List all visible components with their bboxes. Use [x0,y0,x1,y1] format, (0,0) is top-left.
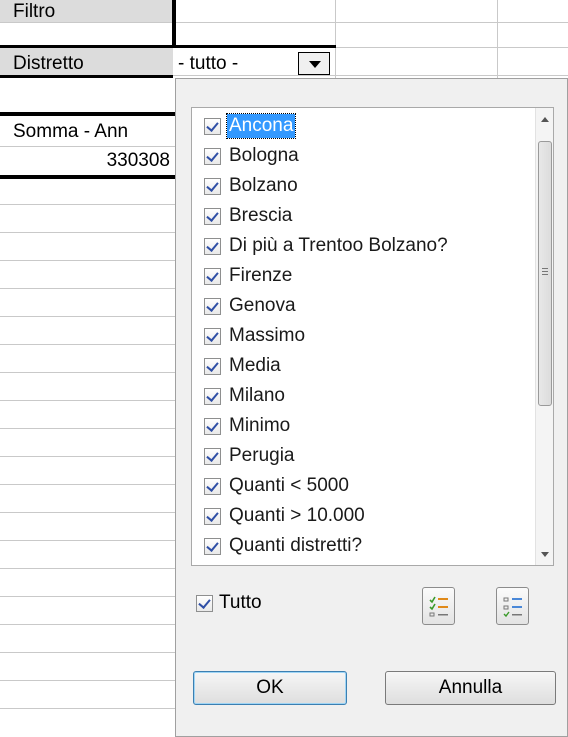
list-item-label: Bologna [229,145,299,166]
list-item-label: Quanti distretti? [229,535,363,556]
checkbox-icon[interactable] [204,237,221,255]
field-filter-dropdown-button[interactable] [298,52,330,75]
list-item[interactable]: Brescia [204,201,524,231]
list-item-label: Milano [229,385,285,406]
arrow-down-icon [541,552,549,557]
scroll-down-button[interactable] [536,546,553,563]
list-item[interactable]: Milano [204,381,524,411]
list-item[interactable]: Minimo [204,411,524,441]
list-item-label: Genova [229,295,296,316]
filter-label: Filtro [13,1,56,22]
field-label: Distretto [13,53,84,74]
checkbox-icon[interactable] [204,147,221,165]
checkbox-icon[interactable] [204,267,221,285]
data-field-header: Somma - Ann [13,121,129,142]
list-item-label: Quanti < 5000 [229,475,349,496]
list-item-label: Bolzano [229,175,298,196]
list-item[interactable]: Media [204,351,524,381]
scroll-up-button[interactable] [536,110,553,127]
checkbox-icon[interactable] [204,537,221,555]
list-item-label: Massimo [229,325,306,346]
data-field-value: 330308 [106,150,170,171]
list-item[interactable]: Di più a Trentoo Bolzano? [204,231,524,261]
list-item-label: Ancona [225,113,297,139]
list-item-label: Firenze [229,265,293,286]
chevron-down-icon [309,61,321,68]
list-item[interactable]: Bolzano [204,171,524,201]
uncheck-list-icon [503,597,522,618]
list-item-label: Quanti > 10.000 [229,505,365,526]
list-item-label: Perugia [229,445,295,466]
checkbox-icon[interactable] [204,207,221,225]
list-item[interactable]: Quanti distretti? [204,531,524,561]
field-filter-value[interactable]: - tutto - [178,52,238,76]
grip-icon [542,268,548,275]
filter-value-list[interactable]: Ancona Bologna Bolzano Brescia Di più a Tren… [191,107,554,566]
checkbox-icon[interactable] [204,117,221,135]
list-item[interactable]: Ancona [204,111,524,141]
checkbox-icon[interactable] [204,357,221,375]
select-all-checkbox[interactable]: Tutto [196,592,262,614]
list-item[interactable]: Quanti > 10.000 [204,501,524,531]
filter-popup: Ancona Bologna Bolzano Brescia Di più a Tren… [175,78,568,737]
list-item[interactable]: Firenze [204,261,524,291]
ok-button[interactable]: OK [193,671,347,705]
cancel-button[interactable]: Annulla [385,671,556,705]
select-none-button[interactable] [496,587,529,625]
select-all-label: Tutto [219,592,262,613]
checkbox-icon[interactable] [204,177,221,195]
list-item[interactable]: Perugia [204,441,524,471]
list-item-label: Brescia [229,205,293,226]
list-scrollbar[interactable] [535,108,553,565]
scroll-thumb[interactable] [538,141,552,406]
checkbox-icon[interactable] [204,417,221,435]
list-item[interactable]: Genova [204,291,524,321]
list-item[interactable]: Quanti < 5000 [204,471,524,501]
list-item-label: Minimo [229,415,291,436]
select-all-button[interactable] [422,587,455,625]
list-item[interactable]: Bologna [204,141,524,171]
list-item-label: Media [229,355,281,376]
checkbox-icon[interactable] [204,297,221,315]
checkbox-icon[interactable] [204,507,221,525]
list-item-label: Di più a Trentoo Bolzano? [229,235,448,256]
check-list-icon [429,596,448,617]
arrow-up-icon [541,117,549,122]
checkbox-icon[interactable] [204,387,221,405]
filter-items: Ancona Bologna Bolzano Brescia Di più a Tren… [204,111,524,561]
checkbox-icon[interactable] [204,447,221,465]
checkbox-icon[interactable] [204,327,221,345]
list-item[interactable]: Massimo [204,321,524,351]
checkbox-icon[interactable] [204,477,221,495]
checkbox-icon [196,594,213,612]
